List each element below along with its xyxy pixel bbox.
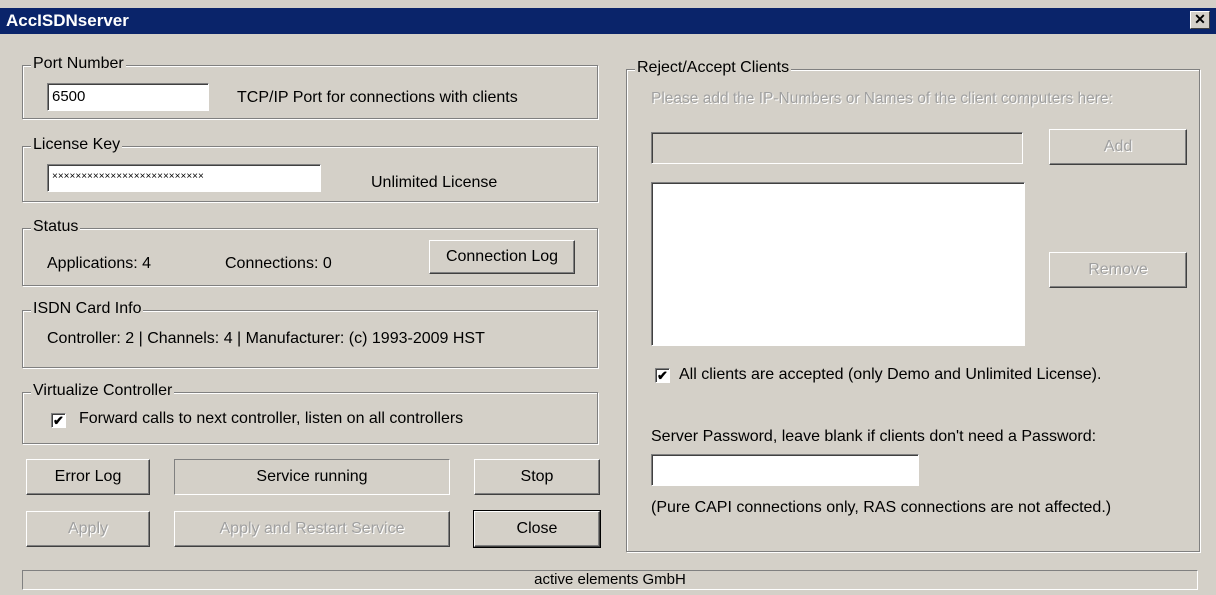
- port-number-input[interactable]: 6500: [47, 83, 209, 111]
- license-key-input[interactable]: ××××××××××××××××××××××××××: [47, 164, 321, 192]
- accept-all-checkbox[interactable]: ✔: [655, 368, 670, 383]
- connection-log-button[interactable]: Connection Log: [429, 240, 575, 274]
- isdn-card-info-group: ISDN Card Info Controller: 2 | Channels:…: [22, 300, 598, 368]
- isdn-card-info-legend: ISDN Card Info: [31, 300, 144, 318]
- applications-count: Applications: 4: [47, 255, 152, 272]
- status-group: Status Applications: 4 Connections: 0 Co…: [22, 218, 598, 286]
- port-number-group: Port Number 6500 TCP/IP Port for connect…: [22, 55, 598, 119]
- forward-calls-label[interactable]: Forward calls to next controller, listen…: [79, 410, 463, 428]
- server-password-input[interactable]: [651, 454, 919, 486]
- license-type: Unlimited License: [371, 174, 498, 191]
- service-status-indicator: Service running: [174, 459, 450, 495]
- error-log-button[interactable]: Error Log: [26, 459, 150, 495]
- reject-accept-clients-group: Reject/Accept Clients Please add the IP-…: [626, 59, 1200, 552]
- apply-restart-button[interactable]: Apply and Restart Service: [174, 511, 450, 547]
- title-bar: AccISDNserver ✕: [0, 8, 1216, 34]
- clients-listbox[interactable]: [651, 182, 1025, 346]
- status-bar: active elements GmbH: [22, 570, 1198, 590]
- client-address-input[interactable]: [651, 132, 1023, 164]
- accept-all-label[interactable]: All clients are accepted (only Demo and …: [679, 366, 1101, 384]
- window-title: AccISDNserver: [6, 11, 129, 30]
- virtualize-controller-group: Virtualize Controller ✔ Forward calls to…: [22, 382, 598, 444]
- apply-button[interactable]: Apply: [26, 511, 150, 547]
- close-button[interactable]: Close: [473, 510, 601, 548]
- forward-calls-checkbox[interactable]: ✔: [51, 413, 66, 428]
- virtualize-controller-legend: Virtualize Controller: [31, 382, 175, 400]
- port-description: TCP/IP Port for connections with clients: [237, 89, 518, 106]
- password-label: Server Password, leave blank if clients …: [651, 428, 1097, 445]
- close-window-icon[interactable]: ✕: [1190, 11, 1210, 29]
- reject-accept-clients-legend: Reject/Accept Clients: [635, 59, 792, 77]
- stop-button[interactable]: Stop: [474, 459, 600, 495]
- status-legend: Status: [31, 218, 81, 236]
- add-client-button[interactable]: Add: [1049, 129, 1187, 165]
- connections-count: Connections: 0: [225, 255, 332, 272]
- license-key-legend: License Key: [31, 136, 123, 154]
- isdn-card-info-text: Controller: 2 | Channels: 4 | Manufactur…: [47, 330, 485, 347]
- remove-client-button[interactable]: Remove: [1049, 252, 1187, 288]
- password-note: (Pure CAPI connections only, RAS connect…: [651, 499, 1112, 516]
- port-number-legend: Port Number: [31, 55, 126, 73]
- license-key-group: License Key ×××××××××××××××××××××××××× U…: [22, 136, 598, 202]
- clients-hint: Please add the IP-Numbers or Names of th…: [651, 90, 1113, 107]
